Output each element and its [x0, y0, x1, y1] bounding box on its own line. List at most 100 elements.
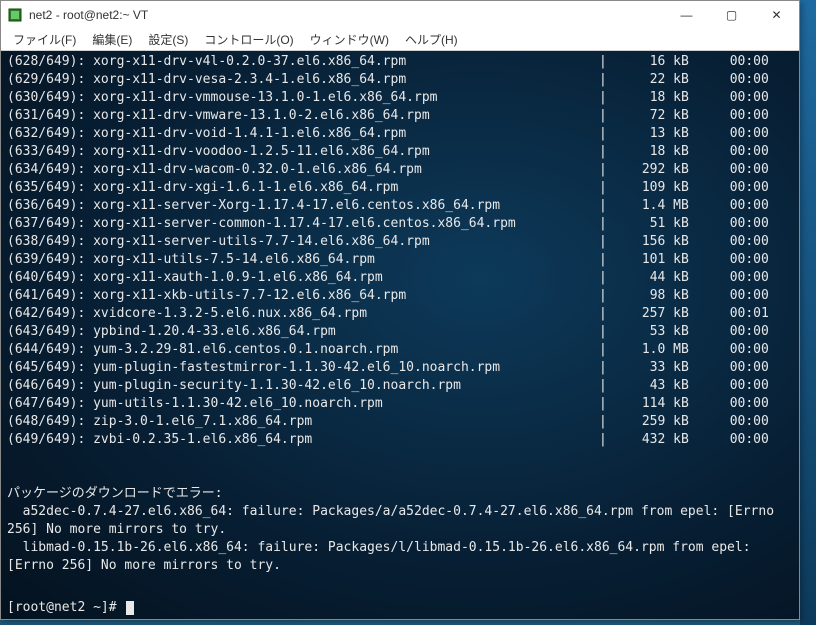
package-time: 00:00	[689, 287, 769, 305]
package-name: (644/649): yum-3.2.29-81.el6.centos.0.1.…	[7, 341, 597, 359]
close-button[interactable]: ✕	[754, 1, 799, 29]
menu-help[interactable]: ヘルプ(H)	[397, 29, 466, 50]
separator: |	[597, 71, 609, 89]
error-detail: libmad-0.15.1b-26.el6.x86_64: failure: P…	[7, 539, 793, 575]
separator: |	[597, 413, 609, 431]
download-row: (630/649): xorg-x11-drv-vmmouse-13.1.0-1…	[7, 89, 793, 107]
download-row: (639/649): xorg-x11-utils-7.5-14.el6.x86…	[7, 251, 793, 269]
titlebar[interactable]: net2 - root@net2:~ VT — ▢ ✕	[1, 1, 799, 29]
menu-control[interactable]: コントロール(O)	[196, 29, 301, 50]
window-title: net2 - root@net2:~ VT	[29, 8, 664, 22]
error-detail: a52dec-0.7.4-27.el6.x86_64: failure: Pac…	[7, 503, 793, 539]
package-time: 00:00	[689, 413, 769, 431]
package-time: 00:00	[689, 395, 769, 413]
package-time: 00:00	[689, 125, 769, 143]
separator: |	[597, 431, 609, 449]
package-size: 33 kB	[609, 359, 689, 377]
package-time: 00:00	[689, 323, 769, 341]
package-size: 13 kB	[609, 125, 689, 143]
terminal-window: net2 - root@net2:~ VT — ▢ ✕ ファイル(F) 編集(E…	[0, 0, 800, 620]
package-time: 00:00	[689, 251, 769, 269]
package-time: 00:00	[689, 197, 769, 215]
menu-window[interactable]: ウィンドウ(W)	[302, 29, 397, 50]
download-row: (633/649): xorg-x11-drv-voodoo-1.2.5-11.…	[7, 143, 793, 161]
package-size: 51 kB	[609, 215, 689, 233]
package-size: 432 kB	[609, 431, 689, 449]
package-name: (630/649): xorg-x11-drv-vmmouse-13.1.0-1…	[7, 89, 597, 107]
package-size: 16 kB	[609, 53, 689, 71]
separator: |	[597, 89, 609, 107]
package-name: (640/649): xorg-x11-xauth-1.0.9-1.el6.x8…	[7, 269, 597, 287]
package-time: 00:00	[689, 179, 769, 197]
menu-setup[interactable]: 設定(S)	[140, 29, 196, 50]
package-time: 00:00	[689, 89, 769, 107]
window-controls: — ▢ ✕	[664, 1, 799, 29]
desktop-background	[800, 0, 816, 625]
prompt-text: [root@net2 ~]#	[7, 600, 124, 615]
package-size: 18 kB	[609, 89, 689, 107]
separator: |	[597, 377, 609, 395]
package-size: 44 kB	[609, 269, 689, 287]
download-row: (631/649): xorg-x11-drv-vmware-13.1.0-2.…	[7, 107, 793, 125]
package-time: 00:00	[689, 233, 769, 251]
package-size: 1.4 MB	[609, 197, 689, 215]
package-size: 257 kB	[609, 305, 689, 323]
package-name: (643/649): ypbind-1.20.4-33.el6.x86_64.r…	[7, 323, 597, 341]
package-name: (628/649): xorg-x11-drv-v4l-0.2.0-37.el6…	[7, 53, 597, 71]
package-name: (646/649): yum-plugin-security-1.1.30-42…	[7, 377, 597, 395]
menu-file[interactable]: ファイル(F)	[5, 29, 84, 50]
package-name: (639/649): xorg-x11-utils-7.5-14.el6.x86…	[7, 251, 597, 269]
package-size: 22 kB	[609, 71, 689, 89]
download-row: (634/649): xorg-x11-drv-wacom-0.32.0-1.e…	[7, 161, 793, 179]
download-row: (646/649): yum-plugin-security-1.1.30-42…	[7, 377, 793, 395]
app-icon	[7, 7, 23, 23]
package-size: 114 kB	[609, 395, 689, 413]
download-row: (635/649): xorg-x11-drv-xgi-1.6.1-1.el6.…	[7, 179, 793, 197]
package-time: 00:00	[689, 215, 769, 233]
package-name: (638/649): xorg-x11-server-utils-7.7-14.…	[7, 233, 597, 251]
package-name: (635/649): xorg-x11-drv-xgi-1.6.1-1.el6.…	[7, 179, 597, 197]
package-name: (637/649): xorg-x11-server-common-1.17.4…	[7, 215, 597, 233]
separator: |	[597, 197, 609, 215]
separator: |	[597, 179, 609, 197]
download-row: (628/649): xorg-x11-drv-v4l-0.2.0-37.el6…	[7, 53, 793, 71]
package-time: 00:00	[689, 143, 769, 161]
package-name: (642/649): xvidcore-1.3.2-5.el6.nux.x86_…	[7, 305, 597, 323]
separator: |	[597, 125, 609, 143]
package-name: (647/649): yum-utils-1.1.30-42.el6_10.no…	[7, 395, 597, 413]
package-time: 00:00	[689, 359, 769, 377]
package-time: 00:00	[689, 53, 769, 71]
minimize-button[interactable]: —	[664, 1, 709, 29]
terminal-output[interactable]: (628/649): xorg-x11-drv-v4l-0.2.0-37.el6…	[1, 51, 799, 619]
maximize-button[interactable]: ▢	[709, 1, 754, 29]
package-name: (629/649): xorg-x11-drv-vesa-2.3.4-1.el6…	[7, 71, 597, 89]
separator: |	[597, 287, 609, 305]
package-name: (634/649): xorg-x11-drv-wacom-0.32.0-1.e…	[7, 161, 597, 179]
package-time: 00:00	[689, 431, 769, 449]
download-row: (632/649): xorg-x11-drv-void-1.4.1-1.el6…	[7, 125, 793, 143]
download-row: (641/649): xorg-x11-xkb-utils-7.7-12.el6…	[7, 287, 793, 305]
shell-prompt[interactable]: [root@net2 ~]#	[7, 599, 793, 617]
package-size: 1.0 MB	[609, 341, 689, 359]
package-name: (648/649): zip-3.0-1.el6_7.1.x86_64.rpm	[7, 413, 597, 431]
package-size: 18 kB	[609, 143, 689, 161]
package-time: 00:00	[689, 71, 769, 89]
separator: |	[597, 233, 609, 251]
menu-edit[interactable]: 編集(E)	[84, 29, 140, 50]
package-size: 101 kB	[609, 251, 689, 269]
separator: |	[597, 341, 609, 359]
package-size: 109 kB	[609, 179, 689, 197]
package-name: (641/649): xorg-x11-xkb-utils-7.7-12.el6…	[7, 287, 597, 305]
separator: |	[597, 323, 609, 341]
download-row: (643/649): ypbind-1.20.4-33.el6.x86_64.r…	[7, 323, 793, 341]
package-name: (632/649): xorg-x11-drv-void-1.4.1-1.el6…	[7, 125, 597, 143]
package-time: 00:00	[689, 341, 769, 359]
download-row: (636/649): xorg-x11-server-Xorg-1.17.4-1…	[7, 197, 793, 215]
package-name: (631/649): xorg-x11-drv-vmware-13.1.0-2.…	[7, 107, 597, 125]
download-row: (637/649): xorg-x11-server-common-1.17.4…	[7, 215, 793, 233]
separator: |	[597, 305, 609, 323]
error-header: パッケージのダウンロードでエラー:	[7, 485, 793, 503]
separator: |	[597, 143, 609, 161]
download-row: (644/649): yum-3.2.29-81.el6.centos.0.1.…	[7, 341, 793, 359]
separator: |	[597, 53, 609, 71]
